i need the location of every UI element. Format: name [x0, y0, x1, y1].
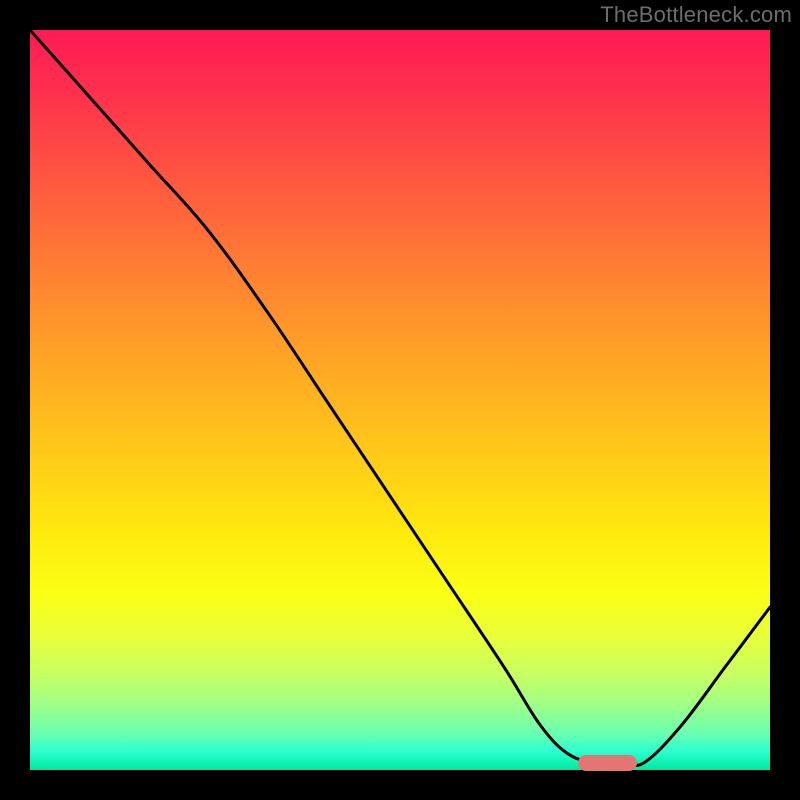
chart-frame: TheBottleneck.com: [0, 0, 800, 800]
plot-area: [30, 30, 770, 770]
optimal-range-marker: [578, 755, 637, 771]
watermark-text: TheBottleneck.com: [600, 2, 792, 28]
bottleneck-curve: [30, 30, 770, 770]
